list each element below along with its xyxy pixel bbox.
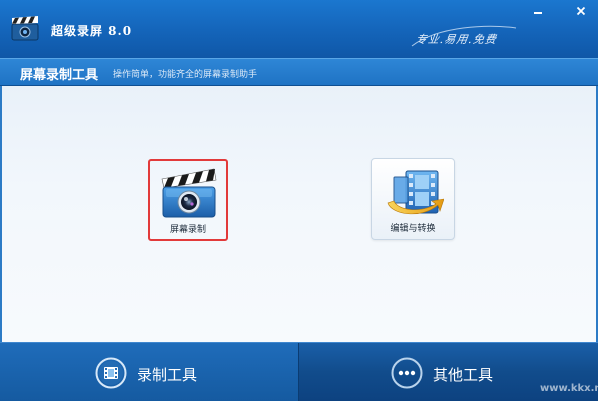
app-title: 超级录屏 8.0 xyxy=(51,24,133,38)
title-bar: 超级录屏 8.0 专业.易用.免费 xyxy=(0,0,598,58)
edit-convert-button[interactable]: 编辑与转换 xyxy=(371,158,455,240)
close-icon xyxy=(576,6,586,16)
section-subtitle: 操作简单，功能齐全的屏幕录制助手 xyxy=(113,70,258,80)
minimize-icon xyxy=(534,12,542,14)
screen-record-label: 屏幕录制 xyxy=(169,225,206,235)
bottom-bar: 录制工具 其他工具 xyxy=(0,342,598,401)
tab-other-tools-label: 其他工具 xyxy=(433,366,494,384)
tab-record-tools[interactable]: 录制工具 xyxy=(0,343,299,401)
clapperboard-app-icon xyxy=(11,16,39,41)
film-convert-icon xyxy=(387,170,444,215)
screen-record-button[interactable]: 屏幕录制 xyxy=(148,159,228,241)
tab-record-tools-label: 录制工具 xyxy=(137,366,198,384)
clapperboard-camera-icon xyxy=(161,168,217,218)
close-button[interactable] xyxy=(573,4,589,18)
minimize-button[interactable] xyxy=(530,4,546,18)
watermark: www.kkx.net xyxy=(540,383,598,394)
section-header: 屏幕录制工具 操作简单，功能齐全的屏幕录制助手 xyxy=(0,58,598,86)
edit-convert-label: 编辑与转换 xyxy=(390,224,436,234)
more-dots-icon xyxy=(391,357,423,389)
film-reel-icon xyxy=(95,357,127,389)
tools-panel: 屏幕录制 编辑与转换 xyxy=(0,86,598,342)
slogan: 专业.易用.免费 xyxy=(415,33,498,46)
app-window: 超级录屏 8.0 专业.易用.免费 屏幕录制工具 操作简单，功能齐全的屏幕录制助… xyxy=(0,0,598,401)
section-title: 屏幕录制工具 xyxy=(20,68,99,83)
